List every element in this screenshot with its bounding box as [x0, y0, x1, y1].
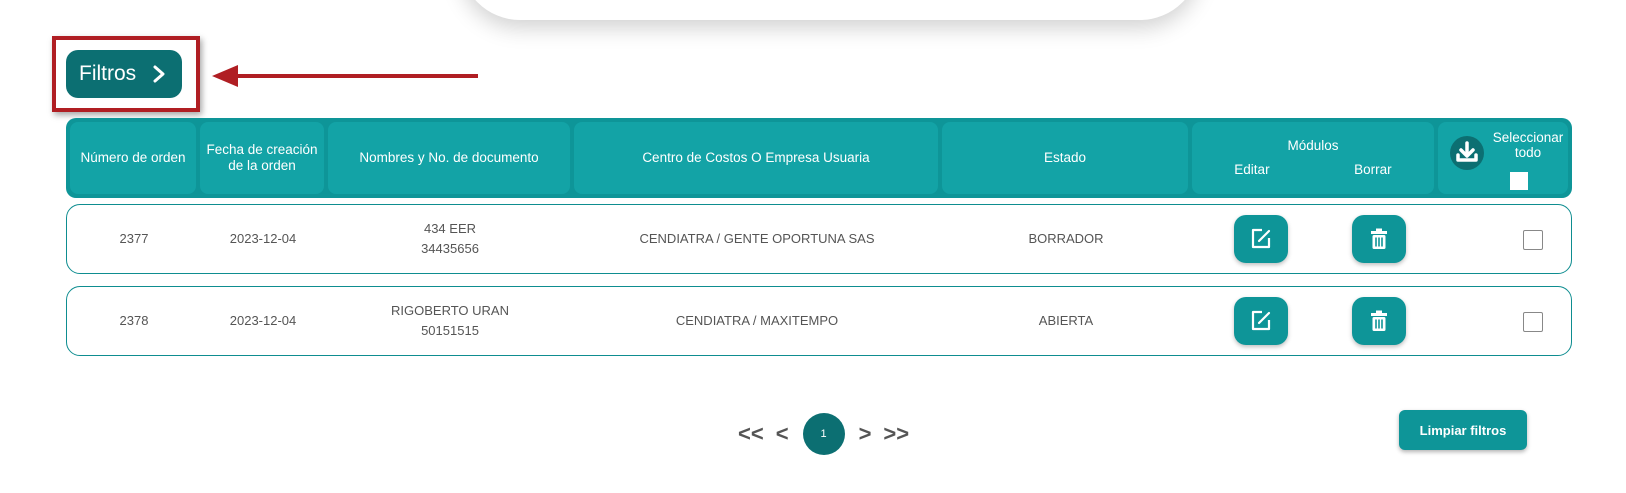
creation-date: 2023-12-04: [229, 231, 297, 246]
header-edit: Editar: [1234, 162, 1270, 177]
edit-button[interactable]: [1234, 297, 1288, 345]
row-select-checkbox[interactable]: [1523, 312, 1543, 332]
document-number: 50151515: [421, 323, 479, 338]
header-creation-date: Fecha de creación de la orden: [200, 122, 324, 194]
table-row: 2378 2023-12-04 RIGOBERTO URAN 50151515 …: [66, 286, 1572, 356]
clear-filters-button[interactable]: Limpiar filtros: [1399, 410, 1527, 450]
status: BORRADOR: [1028, 231, 1104, 246]
table-header: Número de orden Fecha de creación de la …: [66, 118, 1572, 198]
first-page-button[interactable]: <<: [738, 421, 764, 447]
next-page-button[interactable]: >: [859, 421, 872, 447]
creation-date: 2023-12-04: [229, 313, 297, 328]
page-number-current[interactable]: 1: [802, 413, 845, 455]
select-all-label: Seleccionar todo: [1492, 130, 1564, 160]
annotation-arrow-icon: [212, 65, 478, 87]
header-names-document: Nombres y No. de documento: [328, 122, 570, 194]
header-modules-label: Módulos: [1287, 138, 1339, 153]
cost-center: CENDIATRA / MAXITEMPO: [675, 313, 839, 328]
cost-center: CENDIATRA / GENTE OPORTUNA SAS: [639, 231, 875, 246]
delete-button[interactable]: [1352, 297, 1406, 345]
header-select-all: Seleccionar todo: [1438, 122, 1568, 194]
status: ABIERTA: [1038, 313, 1094, 328]
download-icon[interactable]: [1450, 136, 1484, 170]
prev-page-button[interactable]: <: [776, 421, 789, 447]
person-name: RIGOBERTO URAN: [391, 303, 509, 318]
header-cost-center: Centro de Costos O Empresa Usuaria: [574, 122, 938, 194]
names-document: 434 EER 34435656: [329, 205, 571, 273]
edit-icon: [1251, 228, 1271, 249]
filters-button[interactable]: Filtros: [66, 50, 182, 98]
pagination: << < 1 > >>: [738, 412, 909, 456]
top-panel-shadow: [460, 0, 1200, 20]
person-name: 434 EER: [423, 221, 477, 236]
select-all-checkbox[interactable]: [1510, 172, 1528, 190]
order-number: 2378: [119, 313, 149, 328]
header-modules: Módulos Editar Borrar: [1192, 122, 1434, 194]
header-order-number: Número de orden: [70, 122, 196, 194]
row-select-checkbox[interactable]: [1523, 230, 1543, 250]
delete-button[interactable]: [1352, 215, 1406, 263]
chevron-right-icon: [153, 65, 165, 83]
trash-icon: [1371, 310, 1387, 331]
filters-label: Filtros: [79, 62, 137, 85]
header-delete: Borrar: [1354, 162, 1392, 177]
last-page-button[interactable]: >>: [883, 421, 909, 447]
table-row: 2377 2023-12-04 434 EER 34435656 CENDIAT…: [66, 204, 1572, 274]
order-number: 2377: [119, 231, 149, 246]
document-number: 34435656: [421, 241, 479, 256]
edit-button[interactable]: [1234, 215, 1288, 263]
edit-icon: [1251, 310, 1271, 331]
trash-icon: [1371, 228, 1387, 249]
names-document: RIGOBERTO URAN 50151515: [329, 287, 571, 355]
header-status: Estado: [942, 122, 1188, 194]
